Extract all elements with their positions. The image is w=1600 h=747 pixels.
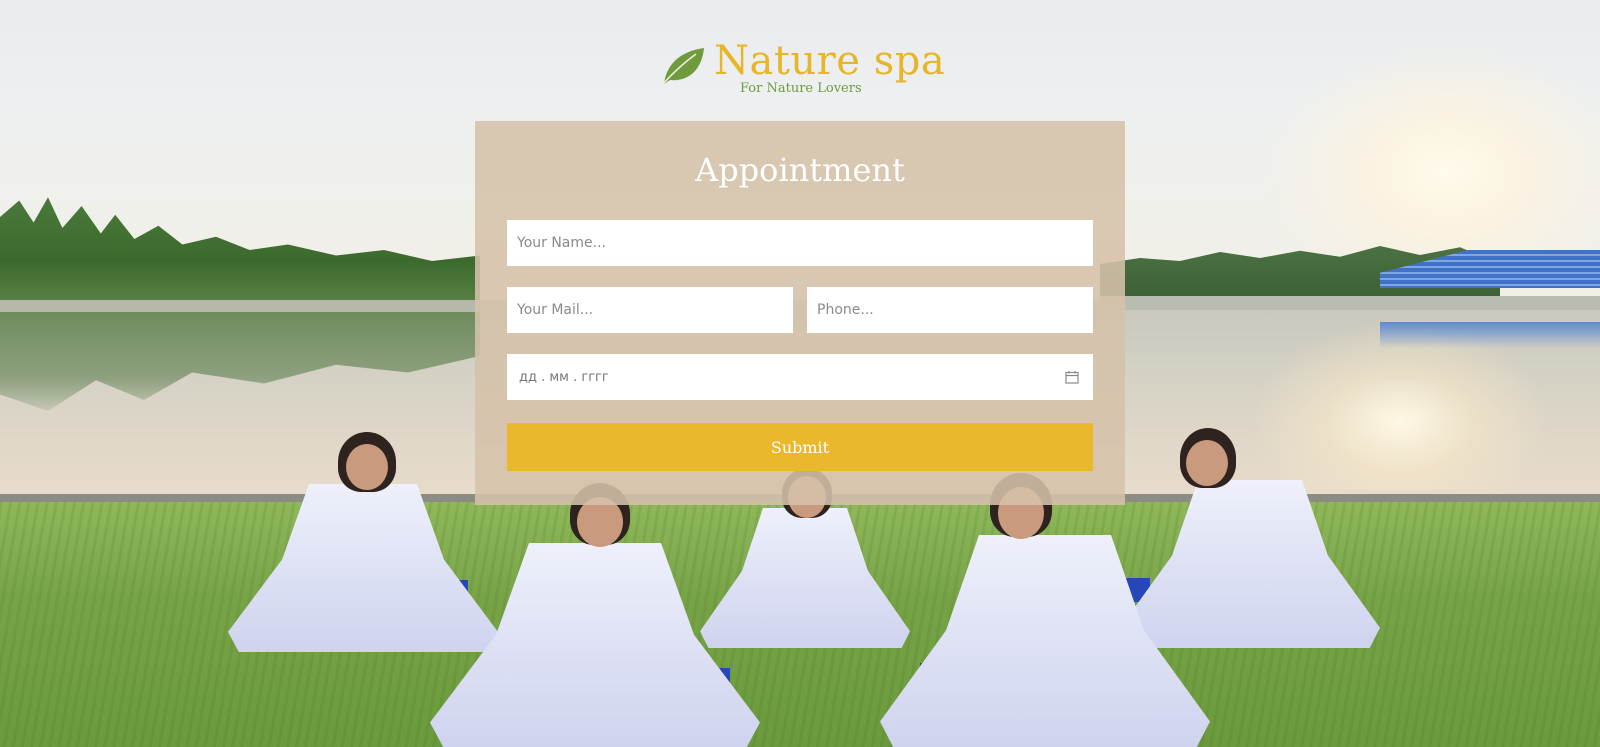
stadium-reflection <box>1380 322 1600 348</box>
name-input[interactable] <box>507 220 1093 266</box>
calendar-icon[interactable] <box>1065 370 1079 384</box>
form-title: Appointment <box>695 151 905 189</box>
brand-tagline: For Nature Lovers <box>740 81 862 96</box>
sun-glow <box>1260 40 1600 280</box>
meditating-person <box>880 473 1210 747</box>
shore-right <box>1100 296 1600 310</box>
phone-input[interactable] <box>807 287 1093 333</box>
appointment-form-panel: Appointment дд . мм . гггг Submit <box>475 121 1125 505</box>
email-input[interactable] <box>507 287 793 333</box>
submit-button[interactable]: Submit <box>507 423 1093 471</box>
date-placeholder: дд . мм . гггг <box>519 369 609 385</box>
brand-name: Nature spa <box>714 38 946 84</box>
meditating-person <box>430 483 760 747</box>
brand-logo[interactable]: Nature spa For Nature Lovers <box>660 38 945 100</box>
leaf-icon <box>661 48 704 86</box>
date-input[interactable]: дд . мм . гггг <box>507 354 1093 400</box>
